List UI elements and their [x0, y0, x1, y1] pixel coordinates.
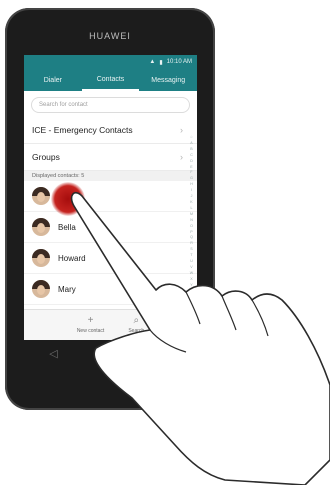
contact-name: Bella	[58, 222, 76, 232]
bottom-action-bar: + New contact ⌕ Search	[24, 309, 197, 340]
contacts-screen: ▲ ▮ 10:10 AM Dialer Contacts Messaging S…	[24, 55, 197, 340]
contact-name: Howard	[58, 253, 86, 263]
search-placeholder: Search for contact	[39, 102, 88, 108]
contact-name: Mary	[58, 284, 76, 294]
contact-row[interactable]	[24, 181, 197, 212]
status-time: 10:10 AM	[166, 59, 192, 65]
displayed-contacts-header: Displayed contacts: 5	[24, 171, 197, 181]
avatar	[32, 187, 50, 205]
ice-contacts-row[interactable]: ICE - Emergency Contacts ›	[24, 117, 197, 144]
search-button[interactable]: ⌕ Search	[128, 310, 144, 340]
touch-indicator	[51, 182, 85, 216]
tab-dialer[interactable]: Dialer	[24, 69, 82, 91]
chevron-right-icon: ›	[180, 152, 183, 162]
tab-contacts[interactable]: Contacts	[81, 69, 140, 91]
groups-label: Groups	[32, 152, 60, 162]
tab-bar: Dialer Contacts Messaging	[24, 69, 197, 91]
system-navbar: ◁ ○ □	[24, 342, 197, 364]
tab-messaging[interactable]: Messaging	[139, 69, 197, 91]
recents-icon[interactable]: □	[165, 347, 172, 359]
signal-icon: ▲	[149, 59, 156, 65]
chevron-right-icon: ›	[180, 125, 183, 135]
alphabet-index[interactable]: ☆ A B C D E F G H I J K L M N O P Q R S T U V W X Y Z #	[188, 135, 195, 300]
avatar	[32, 249, 50, 267]
new-contact-button[interactable]: + New contact	[77, 310, 105, 340]
contact-row[interactable]: Bella	[24, 212, 197, 243]
plus-icon: +	[87, 315, 94, 326]
new-contact-label: New contact	[76, 328, 105, 334]
alphabet-index-letter[interactable]: #	[188, 294, 195, 300]
battery-icon: ▮	[159, 59, 163, 66]
search-container: Search for contact	[24, 91, 197, 117]
contact-row[interactable]: Howard	[24, 243, 197, 274]
groups-row[interactable]: Groups ›	[24, 144, 197, 171]
search-input[interactable]: Search for contact	[31, 97, 190, 113]
status-bar: ▲ ▮ 10:10 AM	[24, 55, 197, 69]
contact-row[interactable]: Mary	[24, 274, 197, 305]
back-icon[interactable]: ◁	[49, 347, 57, 360]
search-icon: ⌕	[133, 315, 140, 326]
brand-logo: HUAWEI	[89, 31, 131, 41]
avatar	[32, 218, 50, 236]
avatar	[32, 280, 50, 298]
search-label: Search	[128, 328, 145, 334]
ice-contacts-label: ICE - Emergency Contacts	[32, 125, 133, 135]
home-icon[interactable]: ○	[108, 347, 115, 359]
